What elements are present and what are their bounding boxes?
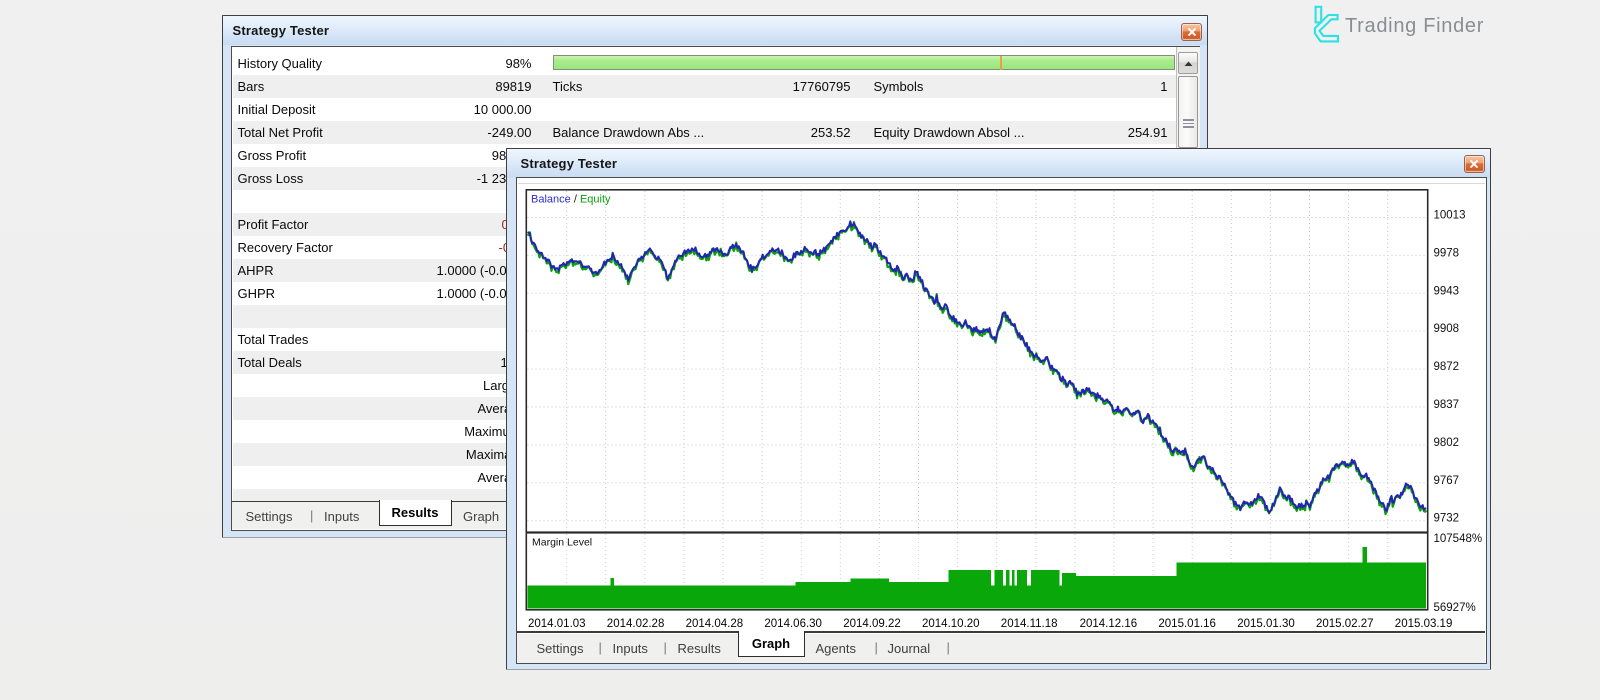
svg-text:2014.02.28: 2014.02.28 [607, 618, 665, 630]
svg-text:2014.01.03: 2014.01.03 [528, 618, 586, 630]
svg-text:9872: 9872 [1434, 361, 1460, 373]
svg-text:2014.10.20: 2014.10.20 [922, 618, 980, 630]
svg-text:Balance / Equity: Balance / Equity [531, 193, 611, 205]
svg-text:10013: 10013 [1434, 209, 1466, 221]
svg-text:9767: 9767 [1434, 474, 1460, 486]
svg-text:2015.01.16: 2015.01.16 [1158, 618, 1216, 630]
svg-text:9908: 9908 [1434, 323, 1460, 335]
svg-text:2014.09.22: 2014.09.22 [843, 618, 901, 630]
svg-text:9732: 9732 [1434, 512, 1460, 524]
svg-text:9837: 9837 [1434, 399, 1460, 411]
svg-text:2014.04.28: 2014.04.28 [686, 618, 744, 630]
svg-text:107548%: 107548% [1434, 533, 1483, 545]
svg-text:2014.12.16: 2014.12.16 [1080, 618, 1138, 630]
svg-text:2014.06.30: 2014.06.30 [764, 618, 822, 630]
svg-text:2015.01.30: 2015.01.30 [1237, 618, 1295, 630]
svg-text:9802: 9802 [1434, 436, 1460, 448]
svg-text:2014.11.18: 2014.11.18 [1001, 618, 1058, 630]
svg-text:9978: 9978 [1434, 247, 1460, 259]
svg-text:9943: 9943 [1434, 285, 1460, 297]
svg-text:Margin Level: Margin Level [532, 536, 592, 548]
svg-text:2015.03.19: 2015.03.19 [1395, 618, 1453, 630]
svg-text:56927%: 56927% [1434, 602, 1476, 614]
svg-text:2015.02.27: 2015.02.27 [1316, 618, 1374, 630]
